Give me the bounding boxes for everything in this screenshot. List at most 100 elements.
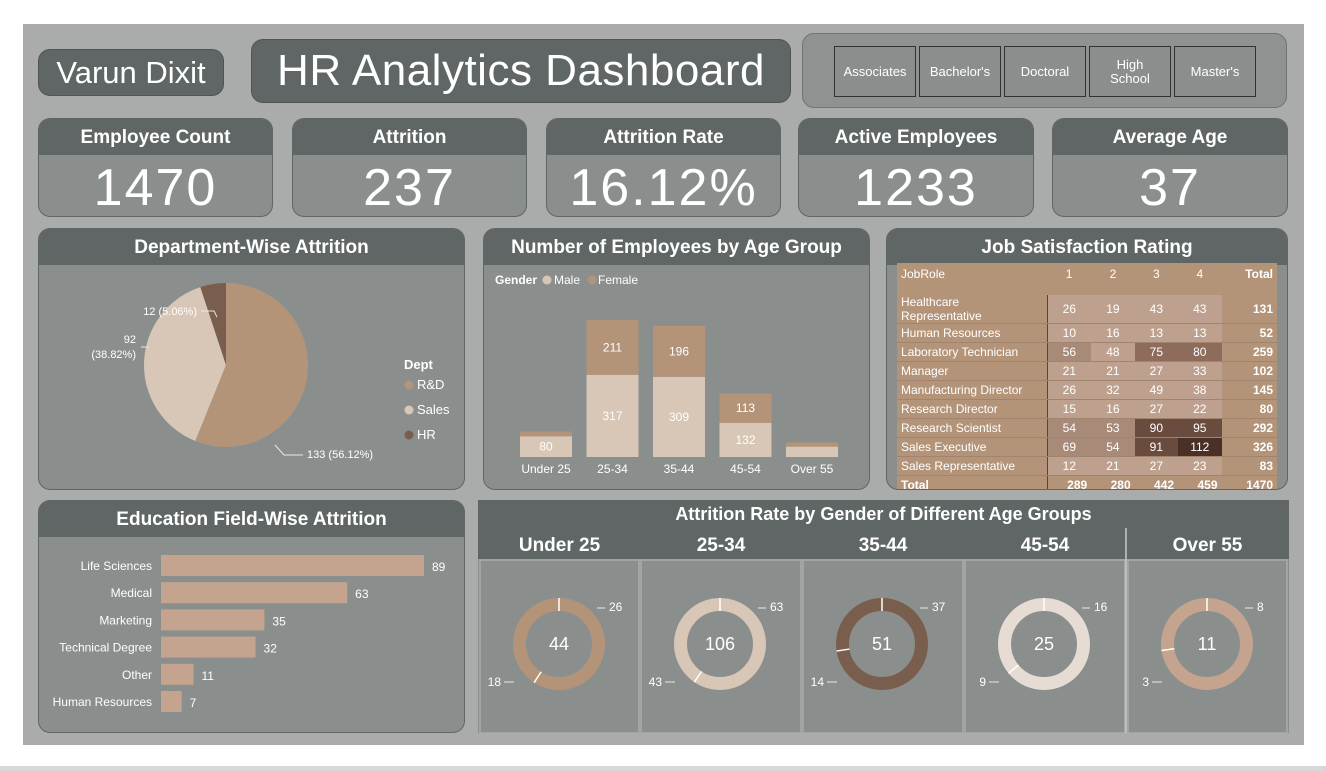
bar-label-male: 211 — [603, 340, 622, 354]
table-cell: 80 — [1221, 399, 1277, 419]
donut-label-male: 37 — [932, 600, 946, 614]
column-header-jobrole[interactable]: JobRole — [897, 263, 1047, 295]
row-label: Sales Representative — [897, 456, 1047, 476]
table-cell: 33 — [1178, 361, 1222, 381]
table-row: Laboratory Technician 56 48 75 80 259 — [897, 342, 1277, 362]
kpi-label: Average Age — [1053, 119, 1287, 155]
table-cell: 91 — [1134, 437, 1179, 457]
table-cell: 131 — [1221, 295, 1277, 324]
table-cell: 54 — [1046, 418, 1092, 438]
kpi-value: 237 — [363, 159, 456, 217]
table-row: Research Scientist 54 53 90 95 292 — [897, 418, 1277, 438]
pie-label-sales-pct: (38.82%) — [91, 349, 136, 361]
edu-bar — [161, 636, 256, 658]
table-cell: 48 — [1091, 342, 1135, 362]
table-cell: 292 — [1221, 418, 1277, 438]
gender-donut-charts: Under 25 44 26 18 25-34 106 63 43 35-44 51 37 14 45-… — [479, 528, 1288, 733]
column-header[interactable]: 4 — [1178, 263, 1221, 295]
kpi-employee-count: Employee Count 1470 — [38, 118, 273, 217]
bar-female — [786, 446, 838, 457]
table-cell: 49 — [1134, 380, 1179, 400]
table-cell: 259 — [1221, 342, 1277, 362]
x-tick-label: 35-44 — [664, 462, 695, 476]
kpi-value: 16.12% — [569, 159, 758, 217]
table-cell: 22 — [1178, 399, 1222, 419]
legend-swatch — [404, 405, 414, 415]
table-cell: 54 — [1091, 437, 1135, 457]
panel-title: Number of Employees by Age Group — [484, 229, 869, 265]
table-cell: 12 — [1046, 456, 1092, 476]
author-name: Varun Dixit — [38, 49, 224, 96]
donut-center-value: 44 — [549, 634, 569, 654]
panel-title: Job Satisfaction Rating — [887, 229, 1287, 265]
job-satisfaction-panel: Job Satisfaction Rating JobRole 1 2 3 4 Total… — [886, 228, 1288, 490]
page-bottom-border — [0, 766, 1326, 771]
slicer-masters[interactable]: Master's — [1174, 46, 1256, 97]
y-tick-label: Technical Degree — [59, 641, 152, 655]
panel-title: Education Field-Wise Attrition — [39, 501, 464, 537]
table-cell: 27 — [1134, 361, 1179, 381]
table-cell: 26 — [1046, 380, 1092, 400]
age-group-label: Under 25 — [519, 535, 601, 556]
slicer-doctoral[interactable]: Doctoral — [1004, 46, 1086, 97]
table-cell: 56 — [1046, 342, 1092, 362]
bar-label-female: 132 — [735, 433, 755, 447]
donut-label-female: 3 — [1142, 675, 1149, 689]
slicer-high-school[interactable]: High School — [1089, 46, 1171, 97]
legend-swatch — [404, 380, 414, 390]
data-label: 63 — [355, 587, 369, 601]
slicer-bachelors[interactable]: Bachelor's — [919, 46, 1001, 97]
legend-swatch — [404, 430, 414, 440]
bar-label-female: 309 — [669, 410, 689, 424]
kpi-label: Attrition — [293, 119, 526, 155]
education-attrition-panel: Education Field-Wise Attrition Life Scie… — [38, 500, 465, 733]
column-header[interactable]: 3 — [1135, 263, 1178, 295]
donut-center-value: 106 — [705, 634, 735, 654]
table-row: Manufacturing Director 26 32 49 38 145 — [897, 380, 1277, 400]
column-header[interactable]: 1 — [1047, 263, 1091, 295]
column-header[interactable]: Total — [1222, 263, 1277, 295]
table-cell: 10 — [1046, 323, 1092, 343]
row-label: Research Director — [897, 399, 1047, 419]
table-cell: 69 — [1046, 437, 1092, 457]
column-header[interactable]: 2 — [1091, 263, 1134, 295]
edu-bar — [161, 582, 348, 604]
table-cell: 52 — [1221, 323, 1277, 343]
donut-center-value: 25 — [1034, 634, 1054, 654]
label-leader — [274, 444, 303, 456]
edu-bar — [161, 609, 265, 631]
total-cell: 289 — [1046, 475, 1092, 489]
table-row: Manager 21 21 27 33 102 — [897, 361, 1277, 381]
legend-swatch-male — [542, 275, 552, 285]
table-cell: 112 — [1178, 437, 1222, 457]
pie-label-rnd: 133 (56.12%) — [307, 449, 373, 461]
table-cell: 23 — [1178, 456, 1222, 476]
kpi-active-employees: Active Employees 1233 — [798, 118, 1034, 217]
y-tick-label: Medical — [111, 586, 152, 600]
table-cell: 43 — [1134, 295, 1179, 324]
x-tick-label: Over 55 — [791, 462, 834, 476]
legend-title: Gender — [495, 273, 537, 287]
donut-label-male: 26 — [609, 600, 623, 614]
table-cell: 102 — [1221, 361, 1277, 381]
donut-label-female: 18 — [488, 675, 502, 689]
dept-pie-chart: 133 (56.12%) 92 (38.82%) 12 (5.06%) Dept R&D S… — [91, 283, 450, 461]
table-row: Sales Executive 69 54 91 112 326 — [897, 437, 1277, 457]
legend-swatch-female — [587, 275, 597, 285]
table-cell: 15 — [1046, 399, 1092, 419]
table-cell: 326 — [1221, 437, 1277, 457]
age-group-label: 25-34 — [697, 535, 746, 556]
bar-label-female: 317 — [602, 409, 622, 423]
data-label: 35 — [272, 614, 286, 628]
slicer-associates[interactable]: Associates — [834, 46, 916, 97]
table-header-row: JobRole 1 2 3 4 Total — [897, 263, 1277, 295]
bar-male — [520, 431, 572, 437]
table-cell: 38 — [1178, 380, 1222, 400]
table-cell: 83 — [1221, 456, 1277, 476]
y-tick-label: Life Sciences — [81, 559, 152, 573]
donut-label-female: 9 — [979, 675, 986, 689]
legend-item: Female — [598, 273, 638, 287]
table-cell: 145 — [1221, 380, 1277, 400]
x-tick-label: Under 25 — [521, 462, 571, 476]
table-cell: 21 — [1091, 456, 1135, 476]
